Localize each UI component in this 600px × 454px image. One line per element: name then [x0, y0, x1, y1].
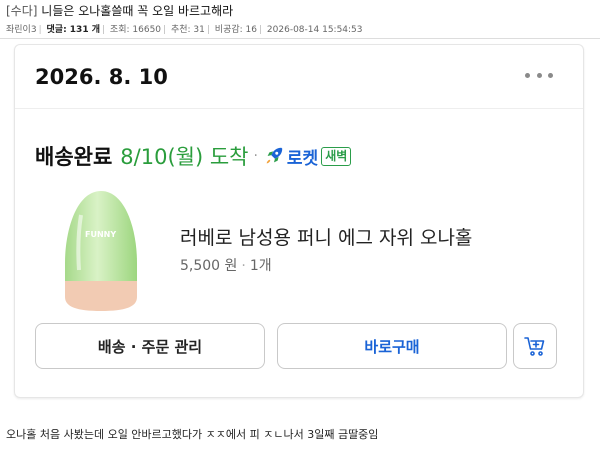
- rocket-label: 로켓: [286, 148, 319, 169]
- arrival-date: 8/10(월) 도착: [120, 145, 249, 169]
- meta-colon: :: [63, 25, 70, 35]
- dot-separator: ·: [241, 258, 246, 274]
- card-divider: [15, 108, 583, 109]
- more-icon[interactable]: [525, 68, 553, 82]
- meta-divider: |: [206, 25, 210, 35]
- order-manage-button[interactable]: 배송 · 주문 관리: [35, 323, 265, 369]
- header-divider: [0, 38, 600, 39]
- post-meta: 좌린이3 | 댓글: 131 개 | 조회: 16650 | 추천: 31 | 비공감:…: [6, 23, 594, 37]
- views-count: 16650: [132, 25, 162, 35]
- delivery-status-row: 배송완료 8/10(월) 도착 · 로켓 새벽: [35, 141, 352, 171]
- delivery-status: 배송완료: [35, 145, 113, 169]
- post-title-row: [수다] 니들은 오나홀쓸때 꼭 오일 바르고해라: [6, 3, 594, 19]
- post-timestamp: 2026-08-14 15:54:53: [266, 25, 363, 35]
- meta-divider: |: [38, 25, 42, 35]
- sympathy-label: 비공감: [214, 25, 240, 35]
- order-card: 2026. 8. 10 배송완료 8/10(월) 도착 · 로켓 새벽 FUNN…: [14, 44, 584, 398]
- add-to-cart-button[interactable]: [513, 323, 557, 369]
- comments-count[interactable]: 131 개: [70, 25, 100, 35]
- product-image[interactable]: FUNNY: [59, 185, 143, 315]
- post-body-text: 오나홀 처음 사봤는데 오일 안바르고했다가 ㅈㅈ에서 피 ㅈㄴ나서 3일째 금…: [6, 428, 379, 441]
- buy-again-button[interactable]: 바로구매: [277, 323, 507, 369]
- views-label: 조회: [109, 25, 127, 35]
- product-price-qty: 5,500 원 · 1개: [180, 255, 272, 275]
- post-header: [수다] 니들은 오나홀쓸때 꼭 오일 바르고해라 좌린이3 | 댓글: 131 …: [6, 3, 594, 37]
- more-dot: [525, 72, 530, 78]
- meta-divider: |: [259, 25, 263, 35]
- post-category[interactable]: [수다]: [6, 4, 37, 18]
- order-date: 2026. 8. 10: [35, 65, 168, 89]
- product-quantity: 1개: [249, 258, 272, 274]
- dawn-badge: 새벽: [321, 146, 352, 166]
- product-price: 5,500 원: [180, 258, 238, 274]
- product-name[interactable]: 러베로 남성용 퍼니 에그 자위 오나홀: [180, 223, 472, 250]
- recommend-label: 추천: [170, 25, 188, 35]
- rocket-icon: [266, 147, 283, 164]
- product-image-label: FUNNY: [85, 230, 116, 239]
- meta-divider: |: [163, 25, 167, 35]
- dot-separator: ·: [253, 148, 258, 164]
- post-author[interactable]: 좌린이3: [6, 25, 37, 35]
- post-title[interactable]: 니들은 오나홀쓸때 꼭 오일 바르고해라: [41, 4, 233, 18]
- sympathy-count: 16: [245, 25, 257, 35]
- comments-label: 댓글: [46, 25, 64, 35]
- meta-divider: |: [102, 25, 106, 35]
- more-dot: [536, 72, 542, 78]
- recommend-count: 31: [193, 25, 205, 35]
- more-dot: [548, 72, 553, 78]
- add-to-cart-icon: [524, 337, 545, 356]
